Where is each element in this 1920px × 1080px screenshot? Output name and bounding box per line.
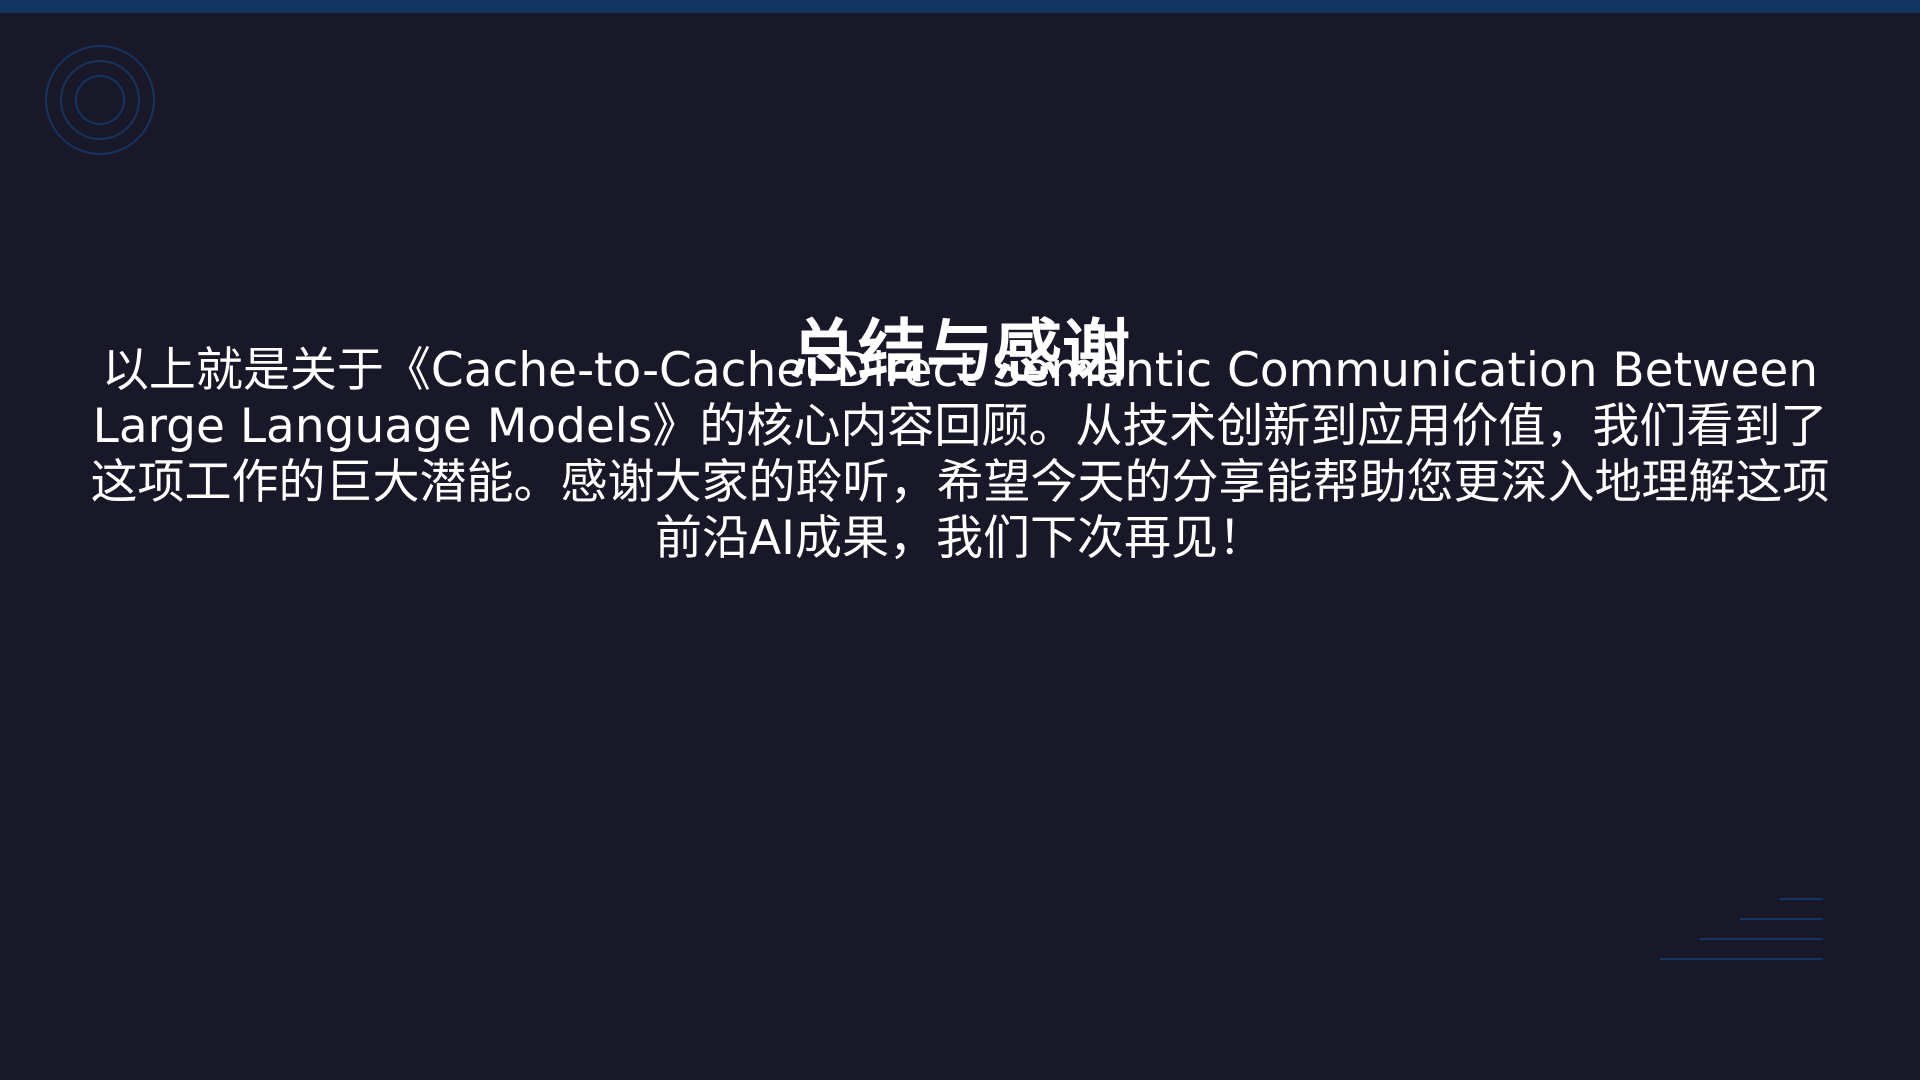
top-accent-bar <box>0 0 1920 13</box>
concentric-circles-icon <box>45 45 155 155</box>
stacked-lines-icon <box>1660 898 1823 960</box>
slide-body-text: 以上就是关于《Cache-to-Cache: Direct Semantic C… <box>90 343 1830 566</box>
